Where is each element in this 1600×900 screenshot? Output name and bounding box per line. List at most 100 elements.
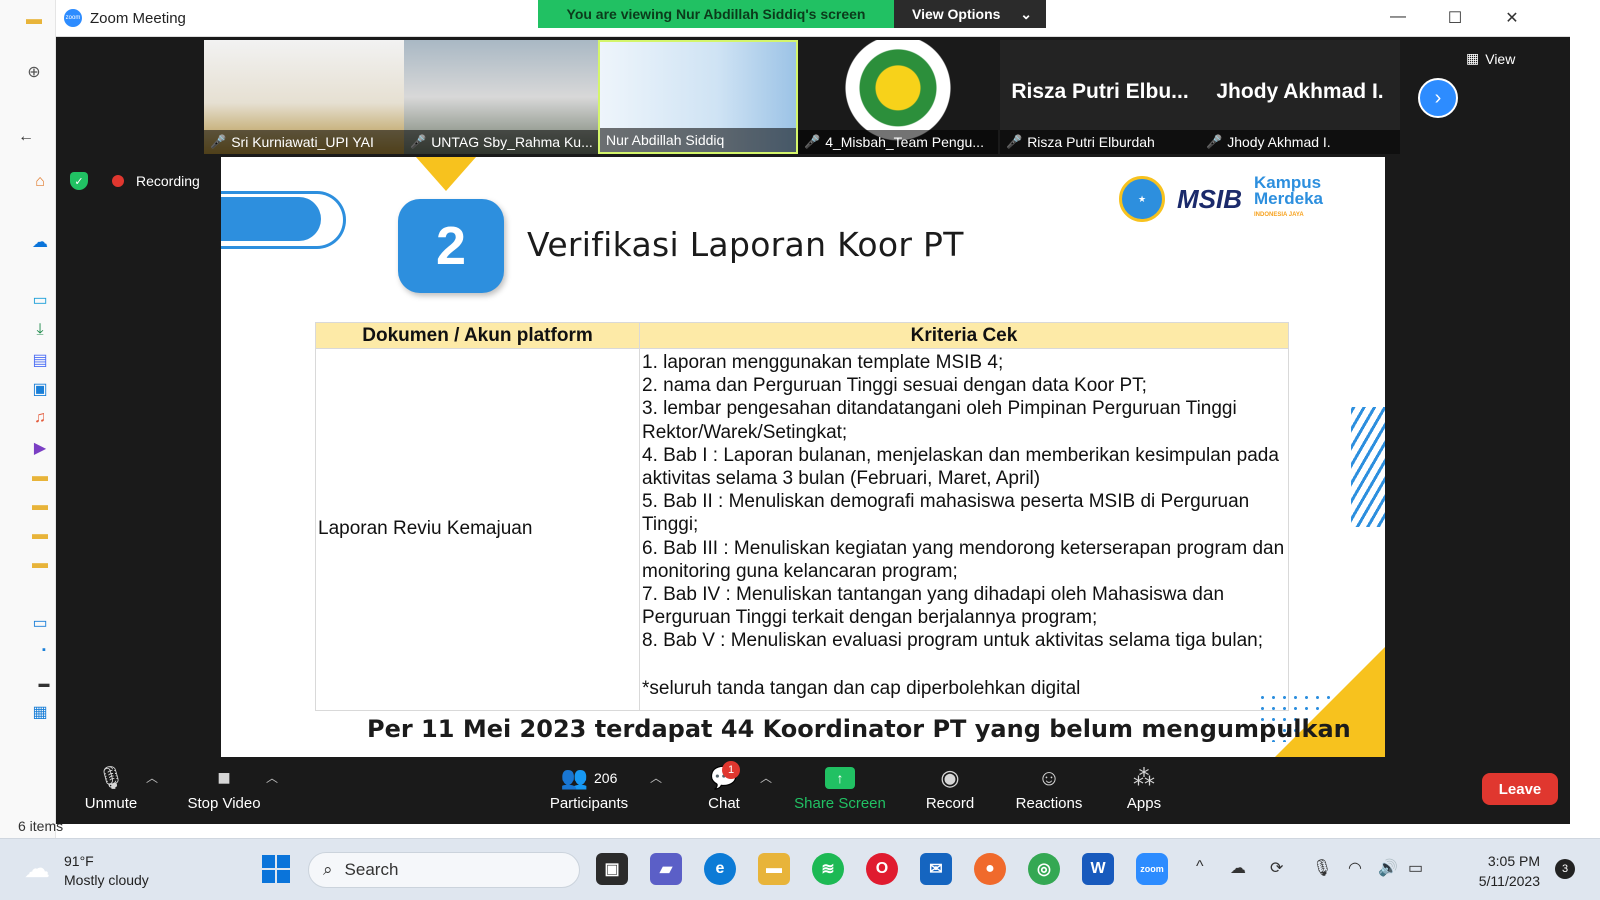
criteria-cell: 1. laporan menggunakan template MSIB 4; … <box>639 348 1289 711</box>
shield-check-icon[interactable]: ✓ <box>70 172 88 190</box>
cloud-icon[interactable]: ☁ <box>1230 858 1246 878</box>
mic-muted-icon: 🎤 <box>210 134 227 149</box>
smiley-plus-icon: ☺ <box>1037 765 1061 790</box>
teams-chat-icon[interactable]: ▰ <box>650 853 682 885</box>
folder-icon[interactable]: ▬ <box>30 496 50 516</box>
view-options-button[interactable]: View Options ⌄ <box>894 0 1046 28</box>
folder-icon[interactable]: ▬ <box>30 467 50 487</box>
audio-options-caret[interactable]: ︿ <box>146 769 158 786</box>
task-view-icon[interactable]: ▣ <box>596 853 628 885</box>
folder-icon[interactable]: ▬ <box>24 10 44 30</box>
weather-description[interactable]: Mostly cloudy <box>64 872 149 888</box>
participants-button[interactable]: 👥 206 Participants <box>546 763 632 812</box>
this-pc-icon[interactable]: ▭ <box>30 613 50 633</box>
share-screen-icon: ↑ <box>825 767 855 789</box>
edge-icon[interactable]: e <box>704 853 736 885</box>
music-icon[interactable]: ♫ <box>30 408 50 428</box>
grid-icon: ▦ <box>1466 50 1480 66</box>
maximize-button[interactable]: ☐ <box>1440 8 1470 28</box>
close-button[interactable]: ✕ <box>1497 8 1527 28</box>
taskbar-search[interactable]: ⌕ Search <box>308 852 580 888</box>
participant-name: Jhody Akhmad I. <box>1227 134 1331 150</box>
chevron-down-icon: ⌄ <box>1020 5 1032 22</box>
video-tile-active-speaker[interactable]: Nur Abdillah Siddiq <box>598 40 798 154</box>
slide-logos: ★ MSIB Kampus Merdeka INDONESIA JAYA <box>1119 174 1323 223</box>
file-explorer-icon[interactable]: ▬ <box>758 853 790 885</box>
participant-name: UNTAG Sby_Rahma Ku... <box>431 134 593 150</box>
kampus-sub: INDONESIA JAYA <box>1254 212 1304 218</box>
criteria-item: 2. nama dan Perguruan Tinggi sesuai deng… <box>642 375 1147 397</box>
explorer-right-edge <box>1570 0 1600 838</box>
weather-temperature[interactable]: 91°F <box>64 853 94 869</box>
document-cell: Laporan Reviu Kemajuan <box>315 348 640 711</box>
taskbar: ☁ 91°F Mostly cloudy ⌕ Search ▣ ▰ e ▬ ≋ … <box>0 838 1600 900</box>
sync-icon[interactable]: ⟳ <box>1270 858 1283 878</box>
share-screen-button[interactable]: ↑ Share Screen <box>794 763 886 812</box>
home-icon[interactable]: ⌂ <box>30 172 50 192</box>
apps-button[interactable]: ⁂ Apps <box>1124 763 1164 812</box>
video-tile[interactable]: Risza Putri Elbu... 🎤 Risza Putri Elburda… <box>1000 40 1200 154</box>
desktop-icon[interactable]: ▭ <box>30 290 50 310</box>
participant-display-name: Jhody Akhmad I. <box>1216 80 1384 103</box>
criteria-item: 7. Bab IV : Menuliskan tantangan yang di… <box>642 584 1225 629</box>
cloud-sun-icon[interactable]: ☁ <box>24 853 50 884</box>
participant-gallery: 🎤 Sri Kurniawati_UPI YAI 🎤 UNTAG Sby_Rahma… <box>56 37 1570 157</box>
mic-muted-icon: 🎙 <box>97 765 125 790</box>
speaker-icon[interactable]: 🔊 <box>1378 858 1398 878</box>
spotify-icon[interactable]: ≋ <box>812 853 844 885</box>
documents-icon[interactable]: ▤ <box>30 350 50 370</box>
search-placeholder: Search <box>344 860 399 879</box>
stop-video-button[interactable]: ■ Stop Video <box>184 763 264 812</box>
criteria-item: 5. Bab II : Menuliskan demografi mahasis… <box>642 491 1250 536</box>
word-icon[interactable]: W <box>1082 853 1114 885</box>
meeting-controls: 🎙 Unmute ︿ ■ Stop Video ︿ 👥 206 Participa… <box>56 757 1570 824</box>
network-icon[interactable]: ▦ <box>30 702 50 722</box>
folder-icon[interactable]: ▬ <box>30 525 50 545</box>
video-tile[interactable]: 🎤 UNTAG Sby_Rahma Ku... <box>404 40 604 154</box>
battery-icon[interactable]: ▭ <box>1408 858 1423 878</box>
view-label: View <box>1485 50 1516 67</box>
notification-badge[interactable]: 3 <box>1555 859 1575 879</box>
video-options-caret[interactable]: ︿ <box>266 769 278 786</box>
add-icon[interactable]: ⊕ <box>24 62 44 82</box>
folder-icon[interactable]: ▬ <box>30 554 50 574</box>
recording-icon <box>112 175 124 187</box>
video-tile[interactable]: 🎤 Sri Kurniawati_UPI YAI <box>204 40 404 154</box>
mail-icon[interactable]: ✉ <box>920 853 952 885</box>
wifi-icon[interactable]: ◠ <box>1348 858 1362 878</box>
table-header: Dokumen / Akun platform <box>315 322 640 349</box>
reactions-button[interactable]: ☺ Reactions <box>1014 763 1084 812</box>
maps-icon[interactable]: ● <box>974 853 1006 885</box>
clock-time[interactable]: 3:05 PM <box>1470 853 1540 869</box>
zoom-taskbar-icon[interactable]: zoom <box>1136 853 1168 885</box>
next-page-button[interactable]: › <box>1418 78 1458 118</box>
chat-button[interactable]: 💬 1 Chat <box>704 761 744 812</box>
video-tile[interactable]: 🎤 4_Misbah_Team Pengu... <box>798 40 998 154</box>
minimize-button[interactable]: — <box>1383 8 1413 28</box>
clock-date[interactable]: 5/11/2023 <box>1470 873 1540 889</box>
chevron-up-icon[interactable]: ^ <box>1196 858 1204 876</box>
kampus-merdeka-logo: Kampus Merdeka INDONESIA JAYA <box>1254 174 1323 223</box>
view-button[interactable]: ▦ View <box>1466 50 1515 67</box>
microphone-icon[interactable]: 🎙 <box>1312 858 1332 878</box>
back-arrow-icon[interactable]: ← <box>16 127 36 147</box>
leave-button[interactable]: Leave <box>1482 773 1558 805</box>
record-button[interactable]: ◉ Record <box>922 763 978 812</box>
start-button[interactable] <box>262 855 290 883</box>
downloads-icon[interactable]: ⤓ <box>30 320 50 340</box>
participants-options-caret[interactable]: ︿ <box>650 769 662 786</box>
video-tile[interactable]: Jhody Akhmad I. 🎤 Jhody Akhmad I. <box>1200 40 1400 154</box>
video-camera-icon: ■ <box>217 765 231 790</box>
criteria-item: 3. lembar pengesahan ditandatangani oleh… <box>642 398 1237 443</box>
chrome-icon[interactable]: ◎ <box>1028 853 1060 885</box>
unmute-button[interactable]: 🎙 Unmute <box>80 763 142 812</box>
criteria-note: *seluruh tanda tangan dan cap diperboleh… <box>642 677 1081 699</box>
chat-options-caret[interactable]: ︿ <box>760 769 772 786</box>
pictures-icon[interactable]: ▣ <box>30 379 50 399</box>
window-title: Zoom Meeting <box>90 10 186 27</box>
drive-icon[interactable]: ▬ <box>34 674 54 694</box>
onedrive-icon[interactable]: ☁ <box>30 232 50 252</box>
opera-icon[interactable]: O <box>866 853 898 885</box>
videos-icon[interactable]: ▶ <box>30 438 50 458</box>
drive-icon[interactable]: ▪ <box>34 640 54 660</box>
